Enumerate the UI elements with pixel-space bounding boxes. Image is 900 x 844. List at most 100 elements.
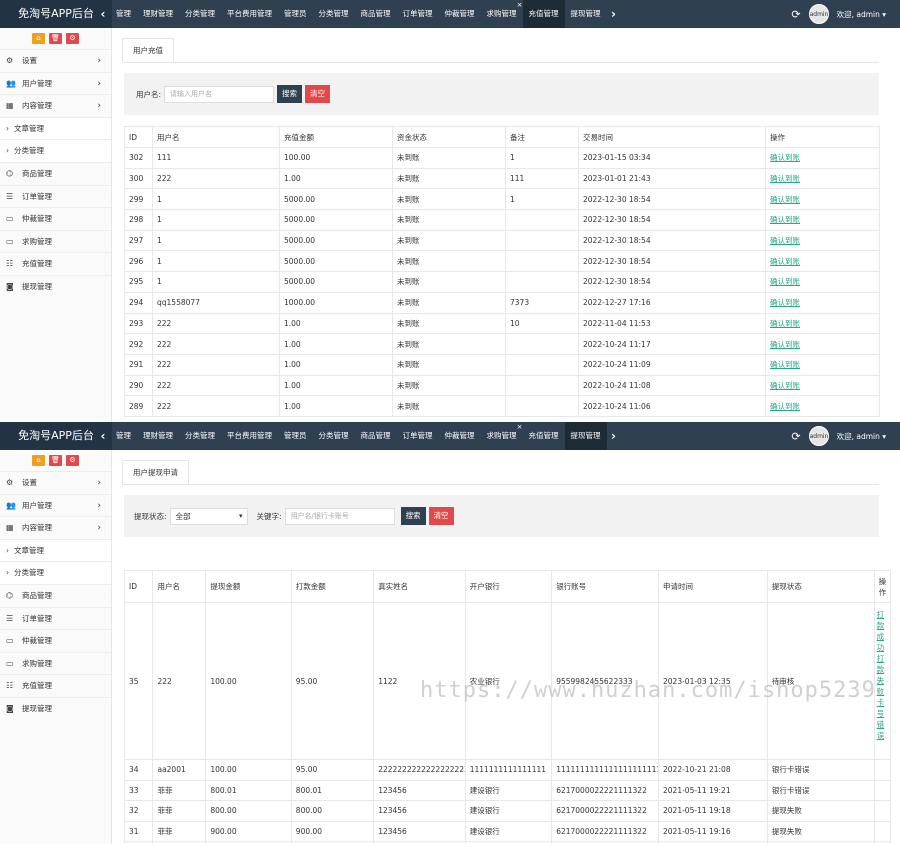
sidebar-item[interactable]: ⌬ 商品管理 <box>0 161 111 185</box>
sidebar-item[interactable]: ▭ 仲裁管理 <box>0 207 111 230</box>
header-tab[interactable]: 订单管理 <box>397 0 439 28</box>
avatar[interactable]: admin <box>808 426 829 446</box>
tab-scroll-right-icon[interactable]: › <box>607 429 621 443</box>
header-tab[interactable]: 分类管理 <box>313 0 355 28</box>
trash-icon[interactable]: 🗑 <box>49 33 62 44</box>
confirm-received-link[interactable]: 确认到账 <box>770 360 800 369</box>
sidebar-item[interactable]: 👥 用户管理 › <box>0 493 111 517</box>
header-tab[interactable]: 充值管理 <box>523 422 565 450</box>
confirm-received-link[interactable]: 确认到账 <box>770 340 800 349</box>
confirm-received-link[interactable]: 确认到账 <box>770 277 800 286</box>
sidebar-item[interactable]: ▭ 求购管理 <box>0 229 111 253</box>
sidebar-item[interactable]: ☷ 充值管理 <box>0 674 111 697</box>
sidebar-item[interactable]: ▭ 仲裁管理 <box>0 629 111 652</box>
header-tab[interactable]: 商品管理 <box>355 0 397 28</box>
header-tab[interactable]: 分类管理 <box>179 0 221 28</box>
home-icon[interactable]: ⌂ <box>32 33 45 44</box>
header-tab[interactable]: 管理员 <box>278 422 313 450</box>
header-tab[interactable]: 管理员 <box>278 0 313 28</box>
clear-button[interactable]: 清空 <box>428 507 454 525</box>
sidebar-item[interactable]: ☰ 订单管理 <box>0 184 111 208</box>
tab-user-recharge[interactable]: 用户充值 <box>122 38 174 62</box>
header-tab-label: 理财管理 <box>143 9 173 18</box>
header-tab[interactable]: 理财管理 <box>137 422 179 450</box>
header-tab[interactable]: 管理 <box>110 422 137 450</box>
avatar[interactable]: admin <box>808 4 829 24</box>
keyword-search-input[interactable]: 用户名/银行卡账号 <box>284 507 395 525</box>
header-tab[interactable]: 分类管理 <box>313 422 355 450</box>
search-button[interactable]: 搜索 <box>277 85 303 103</box>
table-cell: 299 <box>124 188 153 211</box>
sidebar-item[interactable]: ☰ 订单管理 <box>0 606 111 630</box>
tab-user-withdraw[interactable]: 用户提现申请 <box>122 460 189 484</box>
user-menu[interactable]: 欢迎, admin ▾ <box>837 431 886 442</box>
sidebar-item[interactable]: ▦ 内容管理 › <box>0 516 111 539</box>
sidebar-item[interactable]: ◙ 提现管理 <box>0 696 111 720</box>
table-cell: 未到账 <box>392 312 506 335</box>
confirm-received-link[interactable]: 确认到账 <box>770 215 800 224</box>
header-tab[interactable]: 理财管理 <box>137 0 179 28</box>
gear-icon[interactable]: ⚙ <box>66 33 79 44</box>
refresh-icon[interactable]: ⟳ <box>791 430 800 443</box>
table-row: 34 aa2001 100.00 95.00 2222222222222222222 11… <box>123 759 892 781</box>
sidebar-item[interactable]: › 分类管理 <box>0 139 111 162</box>
sidebar-item[interactable]: › 分类管理 <box>0 561 111 584</box>
sidebar-item[interactable]: ☷ 充值管理 <box>0 252 111 275</box>
table-cell: 222 <box>152 167 280 190</box>
sidebar-item-label: 内容管理 <box>22 523 52 533</box>
sidebar-item[interactable]: 👥 用户管理 › <box>0 71 111 95</box>
header-tab[interactable]: 提现管理 <box>565 0 607 28</box>
table-cell: 2022-10-24 11:17 <box>578 333 766 355</box>
confirm-received-link[interactable]: 确认到账 <box>770 298 800 307</box>
tab-divider <box>122 484 879 485</box>
gear-icon[interactable]: ⚙ <box>66 455 79 466</box>
confirm-received-link[interactable]: 确认到账 <box>770 381 800 390</box>
confirm-received-link[interactable]: 确认到账 <box>770 195 800 204</box>
sidebar-item[interactable]: › 文章管理 <box>0 116 111 140</box>
sidebar-item[interactable]: ◙ 提现管理 <box>0 274 111 298</box>
sidebar-item[interactable]: ⚙ 设置 › <box>0 49 111 72</box>
table-cell: 2021-05-11 19:16 <box>658 820 768 842</box>
confirm-received-link[interactable]: 确认到账 <box>770 402 800 411</box>
table-cell <box>873 800 892 822</box>
header-tab[interactable]: 平台费用管理 <box>221 422 278 450</box>
header-tab[interactable]: 提现管理 <box>564 422 607 450</box>
clear-button[interactable]: 清空 <box>305 85 331 103</box>
header-tab[interactable]: 平台费用管理 <box>221 0 278 28</box>
table-cell: 银行卡错误 <box>766 759 875 781</box>
tab-scroll-left-icon[interactable]: ‹ <box>96 429 110 443</box>
header-tab[interactable]: 商品管理 <box>355 422 397 450</box>
table-cell: 293 <box>124 312 153 335</box>
header-tab[interactable]: 求购管理 × <box>481 422 523 450</box>
tab-scroll-right-icon[interactable]: › <box>607 7 621 21</box>
user-menu[interactable]: 欢迎, admin ▾ <box>837 9 886 20</box>
confirm-received-link[interactable]: 确认到账 <box>770 236 800 245</box>
header-tab[interactable]: 订单管理 <box>397 422 439 450</box>
trash-icon[interactable]: 🗑 <box>49 455 62 466</box>
header-tab[interactable]: 分类管理 <box>179 422 221 450</box>
username-search-input[interactable]: 请输入用户名 <box>164 85 275 103</box>
sidebar-item[interactable]: ⚙ 设置 › <box>0 471 111 494</box>
withdraw-screen: 免淘号APP后台 ‹ 管理 理财管理 分类管理 平台费用管理 管理员 分类管理 商品管理 订单… <box>0 422 900 844</box>
sidebar-item[interactable]: ▭ 求购管理 <box>0 651 111 675</box>
tab-scroll-left-icon[interactable]: ‹ <box>96 7 110 21</box>
sidebar-item[interactable]: ▦ 内容管理 › <box>0 94 111 117</box>
header-tab[interactable]: 管理 <box>110 0 137 28</box>
header-tab[interactable]: 仲裁管理 <box>439 0 481 28</box>
status-select[interactable]: 全部 ▾ <box>169 507 248 525</box>
header-tab[interactable]: 充值管理 <box>522 0 565 28</box>
refresh-icon[interactable]: ⟳ <box>791 8 800 21</box>
header-tab[interactable]: 仲裁管理 <box>439 422 481 450</box>
confirm-received-link[interactable]: 确认到账 <box>770 257 800 266</box>
money-icon: ◙ <box>6 281 14 291</box>
sidebar-item[interactable]: › 文章管理 <box>0 538 111 562</box>
header-tab[interactable]: 求购管理 × <box>481 0 523 28</box>
confirm-received-link[interactable]: 确认到账 <box>770 319 800 328</box>
home-icon[interactable]: ⌂ <box>32 455 45 466</box>
confirm-received-link[interactable]: 确认到账 <box>770 174 800 183</box>
search-button[interactable]: 搜索 <box>400 507 426 525</box>
confirm-received-link[interactable]: 确认到账 <box>770 153 800 162</box>
withdraw-action-links[interactable]: 打款成功打款失败卡号错误 <box>877 610 885 740</box>
sidebar-item[interactable]: ⌬ 商品管理 <box>0 583 111 607</box>
recharge-table: ID 用户名 充值金额 资金状态 备注 交易时间 操作 302 111 100.00 未到账 1 20… <box>124 126 880 417</box>
